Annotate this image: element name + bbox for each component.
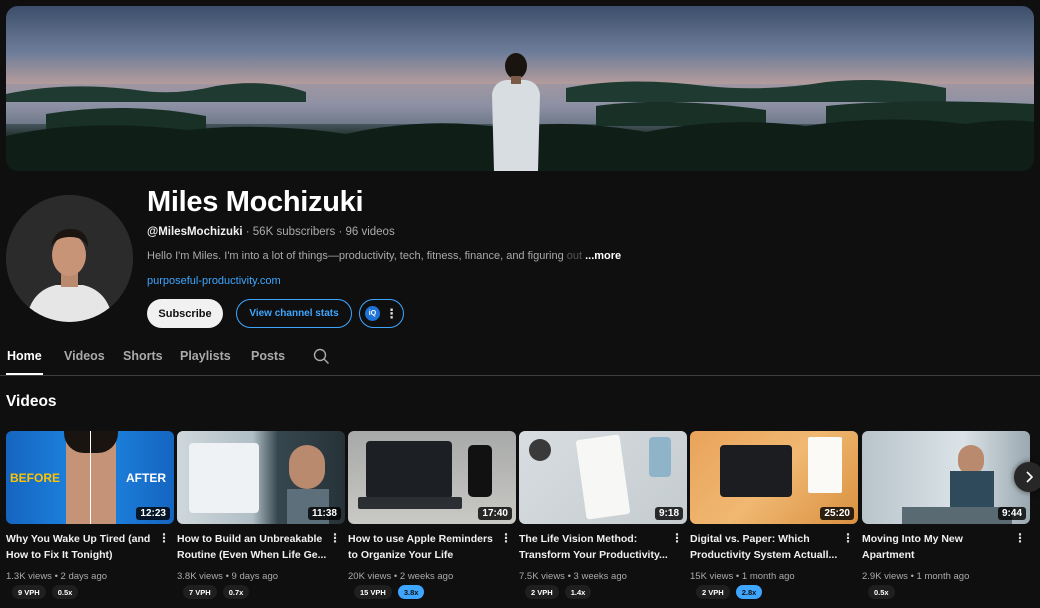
subscribe-button[interactable]: Subscribe	[147, 299, 223, 328]
tab-videos[interactable]: Videos	[64, 349, 105, 363]
description-text: Hello I'm Miles. I'm into a lot of thing…	[147, 250, 564, 262]
channel-banner	[6, 6, 1034, 171]
video-menu-icon[interactable]: ⋮	[500, 531, 512, 545]
tab-posts[interactable]: Posts	[251, 349, 285, 363]
video-chips: 7 VPH 0.7x	[183, 585, 250, 599]
video-card[interactable]: BEFORE AFTER 12:23 Why You Wake Up Tired…	[6, 431, 174, 599]
video-chips: 15 VPH 3.8x	[354, 585, 425, 599]
channel-name: Miles Mochizuki	[147, 186, 364, 218]
ratio-chip: 0.7x	[222, 585, 250, 599]
vph-chip: 9 VPH	[12, 585, 46, 599]
video-stats: 20K views • 2 weeks ago	[348, 571, 454, 582]
ratio-chip: 0.5x	[868, 585, 895, 599]
ratio-chip: 0.5x	[51, 585, 79, 599]
section-title[interactable]: Videos	[6, 393, 57, 411]
channel-link[interactable]: purposeful-productivity.com	[147, 275, 281, 287]
vph-chip: 15 VPH	[354, 585, 392, 599]
video-stats: 15K views • 1 month ago	[690, 571, 795, 582]
video-title[interactable]: The Life Vision Method: Transform Your P…	[519, 531, 671, 563]
video-chips: 2 VPH 2.8x	[696, 585, 763, 599]
description-fade: out	[563, 250, 583, 262]
tab-home[interactable]: Home	[7, 349, 42, 363]
more-options-icon: ⋮	[385, 306, 398, 321]
channel-counts: · 56K subscribers · 96 videos	[245, 226, 395, 238]
video-thumbnail[interactable]: 9:44	[862, 431, 1030, 524]
banner-person	[492, 53, 540, 171]
video-duration: 9:44	[997, 507, 1026, 520]
video-duration: 11:38	[307, 507, 341, 520]
video-thumbnail[interactable]: BEFORE AFTER 12:23	[6, 431, 174, 524]
extension-menu-button[interactable]: iQ ⋮	[359, 299, 404, 328]
video-duration: 17:40	[478, 507, 512, 520]
ratio-chip: 2.8x	[735, 585, 763, 599]
video-chips: 9 VPH 0.5x	[12, 585, 79, 599]
video-card[interactable]: 11:38 How to Build an Unbreakable Routin…	[177, 431, 345, 599]
channel-handle: @MilesMochizuki	[147, 226, 243, 238]
video-stats: 2.9K views • 1 month ago	[862, 571, 970, 582]
video-duration: 12:23	[136, 507, 170, 520]
video-title[interactable]: How to Build an Unbreakable Routine (Eve…	[177, 531, 329, 563]
tab-playlists[interactable]: Playlists	[180, 349, 231, 363]
video-menu-icon[interactable]: ⋮	[671, 531, 683, 545]
video-stats: 3.8K views • 9 days ago	[177, 571, 279, 582]
video-card[interactable]: 17:40 How to use Apple Reminders to Orga…	[348, 431, 516, 599]
extension-badge-icon: iQ	[365, 306, 380, 321]
video-title[interactable]: Why You Wake Up Tired (and How to Fix It…	[6, 531, 158, 563]
description-more-link[interactable]: ...more	[585, 250, 621, 262]
video-card[interactable]: 25:20 Digital vs. Paper: Which Productiv…	[690, 431, 858, 599]
channel-description[interactable]: Hello I'm Miles. I'm into a lot of thing…	[147, 250, 627, 262]
active-tab-indicator	[6, 373, 43, 375]
video-stats: 7.5K views • 3 weeks ago	[519, 571, 627, 582]
video-title[interactable]: Digital vs. Paper: Which Productivity Sy…	[690, 531, 842, 563]
thumb-before-text: BEFORE	[10, 471, 61, 485]
video-thumbnail[interactable]: 17:40	[348, 431, 516, 524]
channel-tabs: Home Videos Shorts Playlists Posts	[0, 340, 1040, 376]
video-card[interactable]: 9:18 The Life Vision Method: Transform Y…	[519, 431, 687, 599]
video-menu-icon[interactable]: ⋮	[158, 531, 170, 545]
video-card[interactable]: 9:44 Moving Into My New Apartment ⋮ 2.9K…	[862, 431, 1030, 599]
ratio-chip: 3.8x	[397, 585, 425, 599]
video-stats: 1.3K views • 2 days ago	[6, 571, 108, 582]
video-duration: 25:20	[820, 507, 854, 520]
video-thumbnail[interactable]: 11:38	[177, 431, 345, 524]
next-arrow-button[interactable]	[1014, 462, 1040, 492]
channel-avatar[interactable]	[6, 195, 133, 322]
video-chips: 2 VPH 1.4x	[525, 585, 592, 599]
video-menu-icon[interactable]: ⋮	[1014, 531, 1026, 545]
video-duration: 9:18	[654, 507, 683, 520]
view-channel-stats-button[interactable]: View channel stats	[236, 299, 352, 328]
video-menu-icon[interactable]: ⋮	[329, 531, 341, 545]
video-title[interactable]: How to use Apple Reminders to Organize Y…	[348, 531, 500, 563]
ratio-chip: 1.4x	[564, 585, 592, 599]
banner-landscape-image	[6, 53, 1034, 171]
tab-shorts[interactable]: Shorts	[123, 349, 163, 363]
video-thumbnail[interactable]: 9:18	[519, 431, 687, 524]
chevron-right-icon	[1026, 471, 1034, 483]
video-title[interactable]: Moving Into My New Apartment	[862, 531, 1014, 563]
channel-meta: @MilesMochizuki · 56K subscribers · 96 v…	[147, 226, 395, 238]
vph-chip: 2 VPH	[525, 585, 559, 599]
video-menu-icon[interactable]: ⋮	[842, 531, 854, 545]
video-thumbnail[interactable]: 25:20	[690, 431, 858, 524]
vph-chip: 2 VPH	[696, 585, 730, 599]
vph-chip: 7 VPH	[183, 585, 217, 599]
video-chips: 0.5x	[868, 585, 895, 599]
thumb-after-text: AFTER	[126, 471, 166, 485]
search-icon[interactable]	[313, 348, 330, 370]
